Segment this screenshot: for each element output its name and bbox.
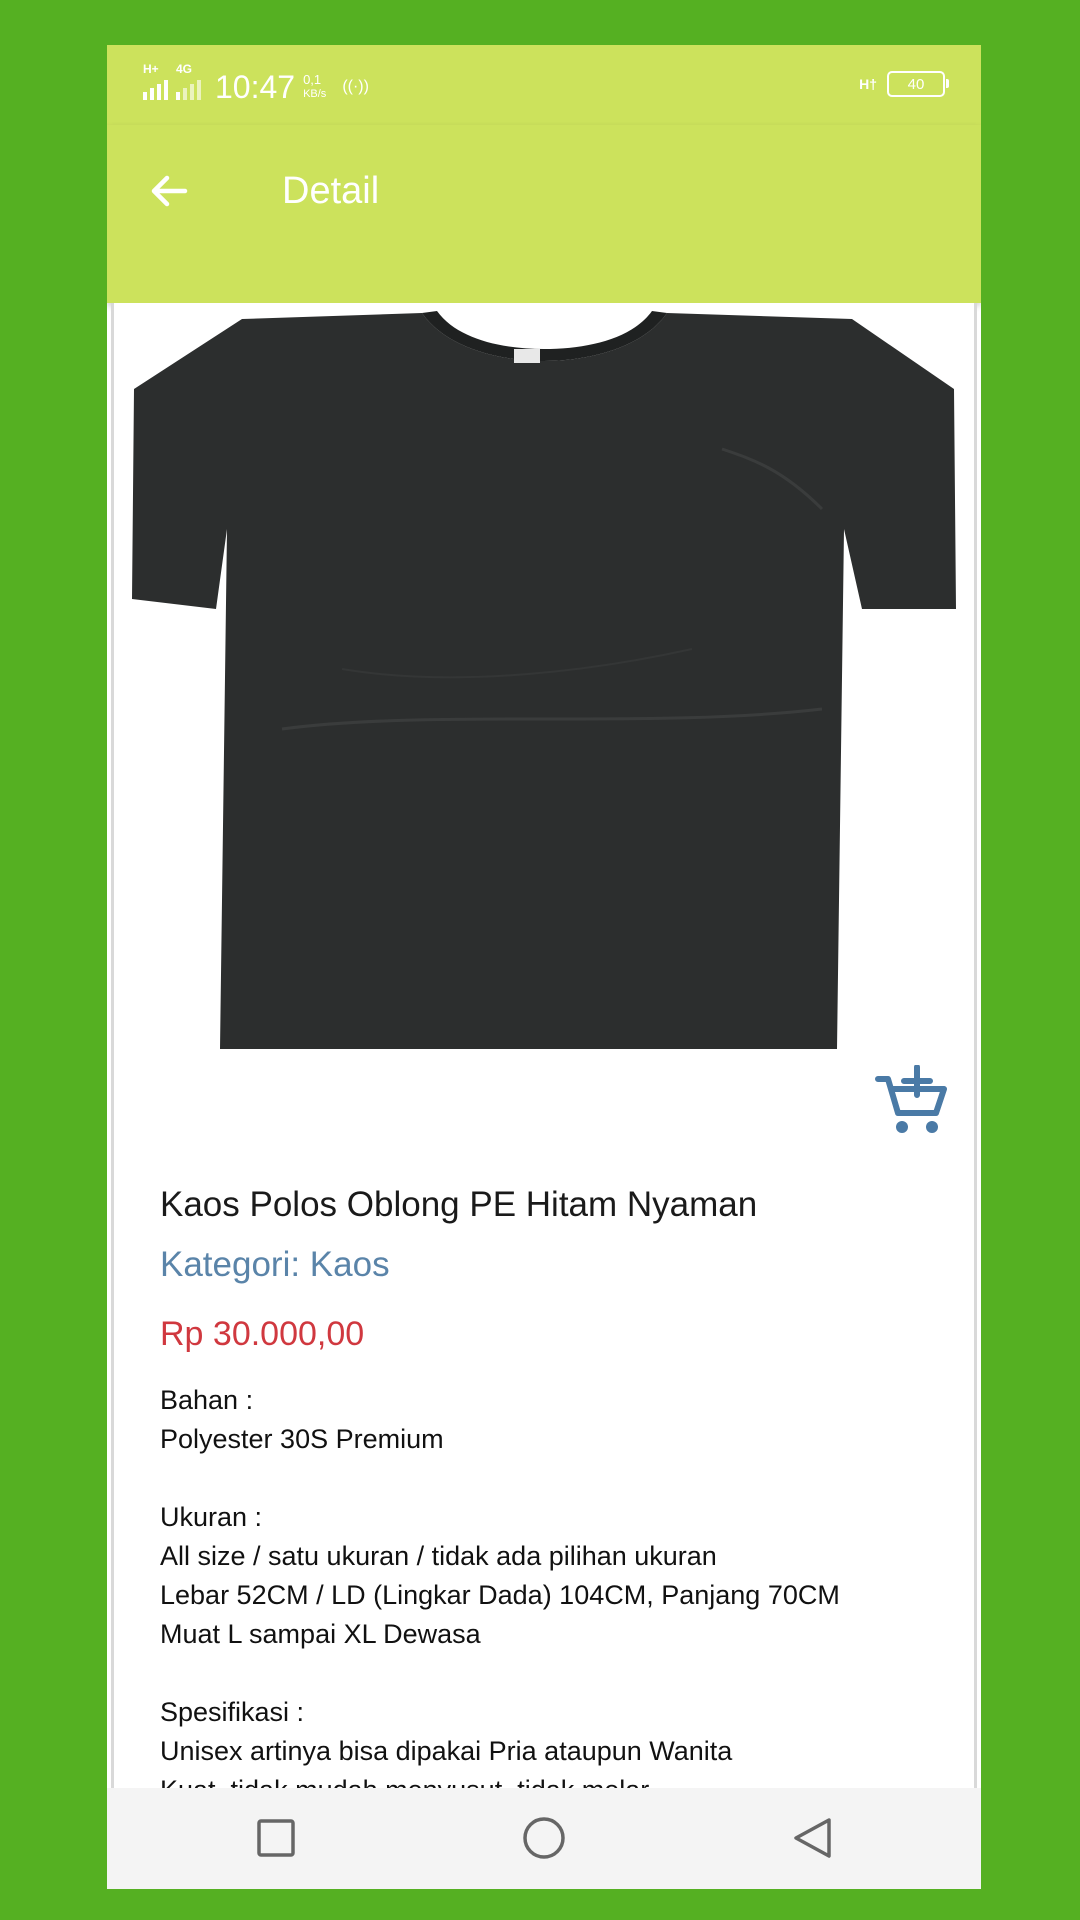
black-tshirt-image <box>132 309 956 1049</box>
network-4g-label: 4G <box>176 62 193 76</box>
system-nav-bar <box>107 1788 981 1889</box>
product-price: Rp 30.000,00 <box>160 1315 365 1353</box>
page-title: Detail <box>282 170 380 212</box>
status-bar: H+ 4G 10:47 0,1 KB/s ((·)) H† 40 <box>107 45 981 125</box>
battery-level: 40 <box>907 75 925 93</box>
square-icon[interactable] <box>254 1816 298 1860</box>
product-description: Bahan : Polyester 30S Premium Ukuran : A… <box>160 1385 840 1833</box>
network-type-label: H+ <box>143 62 159 76</box>
network-speed: 0,1 KB/s <box>303 72 326 102</box>
speed-unit: KB/s <box>303 88 327 100</box>
product-name: Kaos Polos Oblong PE Hitam Nyaman <box>160 1185 758 1224</box>
hotspot-icon: ((·)) <box>342 78 369 95</box>
battery-icon: 40 <box>887 71 949 97</box>
circle-icon[interactable] <box>522 1816 566 1860</box>
speed-value: 0,1 <box>303 72 322 87</box>
triangle-back-icon[interactable] <box>790 1816 834 1860</box>
product-detail: Kaos Polos Oblong PE Hitam Nyaman Katego… <box>111 303 977 1833</box>
status-right: H† 40 <box>859 71 949 97</box>
arrow-left-icon[interactable] <box>145 167 193 215</box>
signal-icon: H+ <box>143 62 168 100</box>
clock: 10:47 <box>215 68 296 105</box>
add-to-cart-icon[interactable] <box>874 1065 950 1137</box>
signal-icon-2: 4G <box>176 62 201 100</box>
phone-screen: H+ 4G 10:47 0,1 KB/s ((·)) H† 40 Detail <box>107 45 981 1889</box>
status-left: H+ 4G 10:47 0,1 KB/s ((·)) <box>143 62 369 107</box>
app-bar: Detail <box>107 125 981 303</box>
product-category: Kategori: Kaos <box>160 1245 390 1284</box>
network-indicator: H† <box>859 76 877 92</box>
